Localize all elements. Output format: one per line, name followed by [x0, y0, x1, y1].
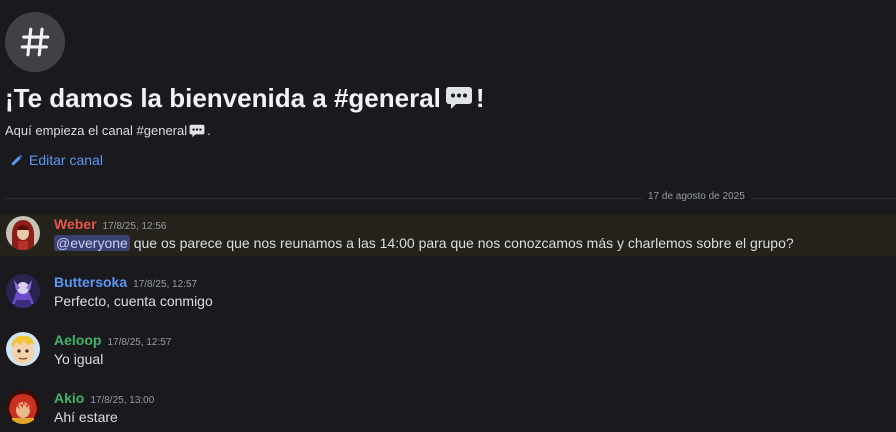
avatar-blonde-cartoon[interactable] — [6, 332, 40, 366]
avatar-red-hooded[interactable] — [6, 216, 40, 250]
message-header: Buttersoka 17/8/25, 12:57 — [54, 274, 197, 290]
author-name[interactable]: Akio — [54, 390, 84, 406]
welcome-subtitle: Aquí empieza el canal #general . — [5, 123, 211, 138]
message-header: Akio 17/8/25, 13:00 — [54, 390, 154, 406]
welcome-title: ¡Te damos la bienvenida a #general ! — [5, 82, 485, 114]
hash-icon — [20, 27, 50, 57]
message-timestamp: 17/8/25, 12:57 — [133, 279, 198, 290]
message-item[interactable]: Akio 17/8/25, 13:00 Ahí estare — [0, 388, 896, 430]
edit-channel-label: Editar canal — [29, 152, 103, 168]
message-text: Yo igual — [54, 351, 104, 367]
author-name[interactable]: Weber — [54, 216, 97, 232]
message-item[interactable]: Buttersoka 17/8/25, 12:57 Perfecto, cuen… — [0, 272, 896, 314]
message-item[interactable]: Weber 17/8/25, 12:56 @everyone que os pa… — [0, 214, 896, 256]
welcome-subtitle-text: Aquí empieza el canal #general — [5, 123, 188, 138]
date-divider-line — [5, 198, 896, 199]
edit-channel-link[interactable]: Editar canal — [10, 152, 103, 168]
pencil-icon — [11, 154, 23, 165]
message-text: Perfecto, cuenta conmigo — [54, 293, 213, 309]
welcome-subtitle-suffix: . — [207, 123, 211, 138]
everyone-mention[interactable]: @everyone — [54, 235, 130, 251]
message-timestamp: 17/8/25, 12:56 — [102, 221, 167, 232]
message-timestamp: 17/8/25, 13:00 — [90, 395, 155, 406]
speech-bubble-icon — [445, 87, 472, 109]
welcome-title-text: ¡Te damos la bienvenida a #general — [5, 83, 441, 113]
author-name[interactable]: Buttersoka — [54, 274, 127, 290]
avatar-purple-figure[interactable] — [6, 274, 40, 308]
message-item[interactable]: Aeloop 17/8/25, 12:57 Yo igual — [0, 330, 896, 372]
message-text: que os parece que nos reunamos a las 14:… — [129, 235, 794, 251]
message-header: Weber 17/8/25, 12:56 — [54, 216, 167, 232]
welcome-title-suffix: ! — [475, 83, 485, 113]
channel-hash-avatar — [5, 12, 65, 72]
author-name[interactable]: Aeloop — [54, 332, 101, 348]
message-text: Ahí estare — [54, 409, 118, 425]
message-timestamp: 17/8/25, 12:57 — [107, 337, 172, 348]
speech-bubble-icon — [189, 124, 205, 137]
message-content: @everyone que os parece que nos reunamos… — [54, 235, 794, 251]
message-header: Aeloop 17/8/25, 12:57 — [54, 332, 171, 348]
date-divider: 17 de agosto de 2025 — [642, 191, 751, 202]
avatar-red-hair[interactable] — [6, 390, 40, 424]
